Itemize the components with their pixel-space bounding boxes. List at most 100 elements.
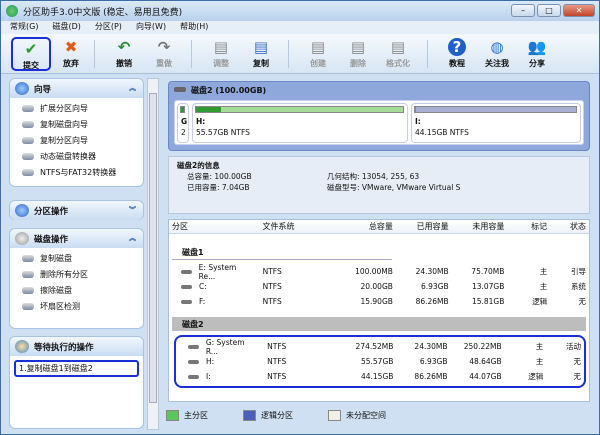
collapse-icon[interactable]: ︽ (129, 83, 136, 93)
table-row[interactable]: C: NTFS 20.00GB 6.93GB 13.07GB 主 系统 (169, 279, 589, 294)
column-header[interactable]: 未用容量 (452, 221, 508, 232)
column-header[interactable]: 状态 (550, 221, 589, 232)
toolbar-separator (427, 40, 428, 68)
sidebar-item[interactable]: 复制磁盘 (10, 250, 143, 266)
sidebar-item[interactable]: 删除所有分区 (10, 266, 143, 282)
sidebar-item[interactable]: 复制磁盘向导 (10, 116, 143, 132)
disk-ops-header[interactable]: 磁盘操作 ︽ (10, 229, 143, 248)
cell: NTFS (267, 342, 287, 351)
sidebar-item[interactable]: 复制分区向导 (10, 132, 143, 148)
pending-ops-icon (15, 340, 29, 353)
disk-model: 磁盘型号: VMware, VMware Virtual S (327, 183, 461, 192)
toolbar-label: 教程 (449, 59, 465, 68)
sidebar-item-icon (22, 136, 34, 144)
toolbar-label: 复制 (253, 59, 269, 68)
column-header[interactable]: 分区 (169, 221, 260, 232)
sidebar-item[interactable]: 扩展分区向导 (10, 100, 143, 116)
toolbar-label: 格式化 (386, 59, 410, 68)
table-row[interactable]: E: System Re... NTFS 100.00MB 24.30MB 75.70M… (169, 263, 589, 281)
menu-disk[interactable]: 磁盘(D) (52, 21, 80, 34)
menu-help[interactable]: 帮助(H) (180, 21, 208, 34)
partition-table: 分区 文件系统 总容量 已用容量 未用容量 标记 状态磁盘1 E: System Re... N… (168, 219, 590, 402)
minimize-button[interactable]: – (511, 4, 535, 17)
cell: 系统 (571, 282, 587, 291)
toolbar-button-resize-disk[interactable]: ▤ 调整 (201, 37, 241, 71)
cell-text: G: System R... (205, 337, 245, 356)
sidebar-item[interactable]: 动态磁盘转换器 (10, 148, 143, 164)
close-button[interactable]: ✕ (563, 4, 595, 17)
legend-item: 主分区 (166, 409, 208, 421)
cell: 44.07GB (469, 372, 502, 381)
toolbar-button-redo[interactable]: ↷ 重做 (144, 37, 184, 71)
cell: 逻辑 (532, 297, 548, 306)
partition-block[interactable]: I: 44.15GB NTFS (411, 103, 581, 143)
cell: 86.26MB (414, 372, 448, 381)
legend-item: 未分配空间 (328, 409, 386, 421)
cell: 55.57GB (360, 357, 394, 366)
cell: 13.07GB (471, 282, 505, 291)
legend-label: 未分配空间 (346, 410, 386, 420)
toolbar-button-help[interactable]: ? 教程 (437, 37, 477, 71)
disk-group-header: 磁盘1 (172, 246, 392, 260)
toolbar-separator (94, 40, 95, 68)
toolbar-button-delete-partition[interactable]: ▤ 删除 (338, 37, 378, 71)
disk-map: 磁盘2 (100.00GB) G 2 H: 55.57GB NTFS I: 44.15GB… (168, 81, 590, 151)
toolbar-separator (191, 40, 192, 68)
menu-general[interactable]: 常规(G) (10, 21, 38, 34)
expand-icon[interactable]: ︾ (129, 205, 136, 215)
toolbar-button-copy-disk[interactable]: ▤ 复制 (241, 37, 281, 71)
partition-block[interactable]: H: 55.57GB NTFS (192, 103, 408, 143)
wizard-header[interactable]: 向导 ︽ (10, 79, 143, 98)
partition-ops-icon (15, 204, 29, 217)
sidebar-item-icon (22, 254, 34, 262)
toolbar-label: 关注我 (485, 59, 509, 68)
maximize-button[interactable]: □ (537, 4, 561, 17)
toolbar-button-cross[interactable]: ✖ 放弃 (51, 37, 91, 71)
menu-partition[interactable]: 分区(P) (95, 21, 122, 34)
pending-operation-item[interactable]: 1.复制磁盘1到磁盘2 (14, 360, 139, 377)
menu-wizard[interactable]: 向导(W) (136, 21, 166, 34)
wizard-section: 向导 ︽ 扩展分区向导 复制磁盘向导 复制分区向导 动态磁盘转换器 NTFS与FAT32转… (9, 78, 144, 187)
toolbar-button-globe[interactable]: ◍ 关注我 (477, 37, 517, 71)
sidebar-scrollbar[interactable] (147, 78, 159, 430)
column-header[interactable]: 标记 (507, 221, 550, 232)
cell: I: (176, 372, 264, 381)
sidebar-item-icon (22, 104, 34, 112)
toolbar-label: 调整 (213, 59, 229, 68)
toolbar-button-create-partition[interactable]: ▤ 创建 (298, 37, 338, 71)
table-row[interactable]: H: NTFS 55.57GB 6.93GB 48.64GB 主 无 (176, 354, 584, 369)
column-header[interactable]: 已用容量 (396, 221, 452, 232)
toolbar-button-users[interactable]: 👥 分享 (517, 37, 557, 71)
disk-info-title: 磁盘2的信息 (177, 161, 220, 170)
cell: NTFS (267, 372, 287, 381)
sidebar-item-icon (22, 168, 34, 176)
scrollbar-thumb[interactable] (149, 93, 157, 403)
partition-block[interactable]: G2 (177, 103, 189, 143)
cell: 逻辑 (528, 372, 544, 381)
table-row[interactable]: I: NTFS 44.15GB 86.26MB 44.07GB 逻辑 无 (176, 369, 584, 384)
sidebar-item-icon (22, 286, 34, 294)
table-row[interactable]: F: NTFS 15.90GB 86.26MB 15.81GB 逻辑 无 (169, 294, 589, 309)
toolbar-button-format[interactable]: ▤ 格式化 (378, 37, 418, 71)
column-header[interactable]: 总容量 (326, 221, 396, 232)
cell: 24.30MB (414, 342, 448, 351)
sidebar-item[interactable]: 擦除磁盘 (10, 282, 143, 298)
sidebar-item[interactable]: NTFS与FAT32转换器 (10, 164, 143, 180)
toolbar-button-check[interactable]: ✔ 提交 (11, 37, 51, 71)
delete-partition-icon: ▤ (350, 38, 366, 56)
geometry: 几何结构: 13054, 255, 63 (327, 172, 420, 181)
cell: 无 (573, 357, 581, 366)
legend-label: 逻辑分区 (261, 410, 293, 420)
toolbar-button-undo[interactable]: ↶ 撤销 (104, 37, 144, 71)
section-title: 磁盘操作 (34, 234, 69, 245)
cell: 6.93GB (421, 282, 449, 291)
users-icon: 👥 (527, 38, 547, 56)
sidebar-item[interactable]: 坏扇区检测 (10, 298, 143, 314)
cell: 15.90GB (360, 297, 393, 306)
column-header[interactable]: 文件系统 (260, 221, 327, 232)
table-row[interactable]: G: System R... NTFS 274.52MB 24.30MB 250.22M… (176, 337, 584, 356)
collapse-icon[interactable]: ︽ (129, 233, 136, 243)
partition-ops-header[interactable]: 分区操作 ︾ (10, 201, 143, 220)
drive-icon (188, 374, 199, 379)
gear-icon (15, 232, 29, 245)
